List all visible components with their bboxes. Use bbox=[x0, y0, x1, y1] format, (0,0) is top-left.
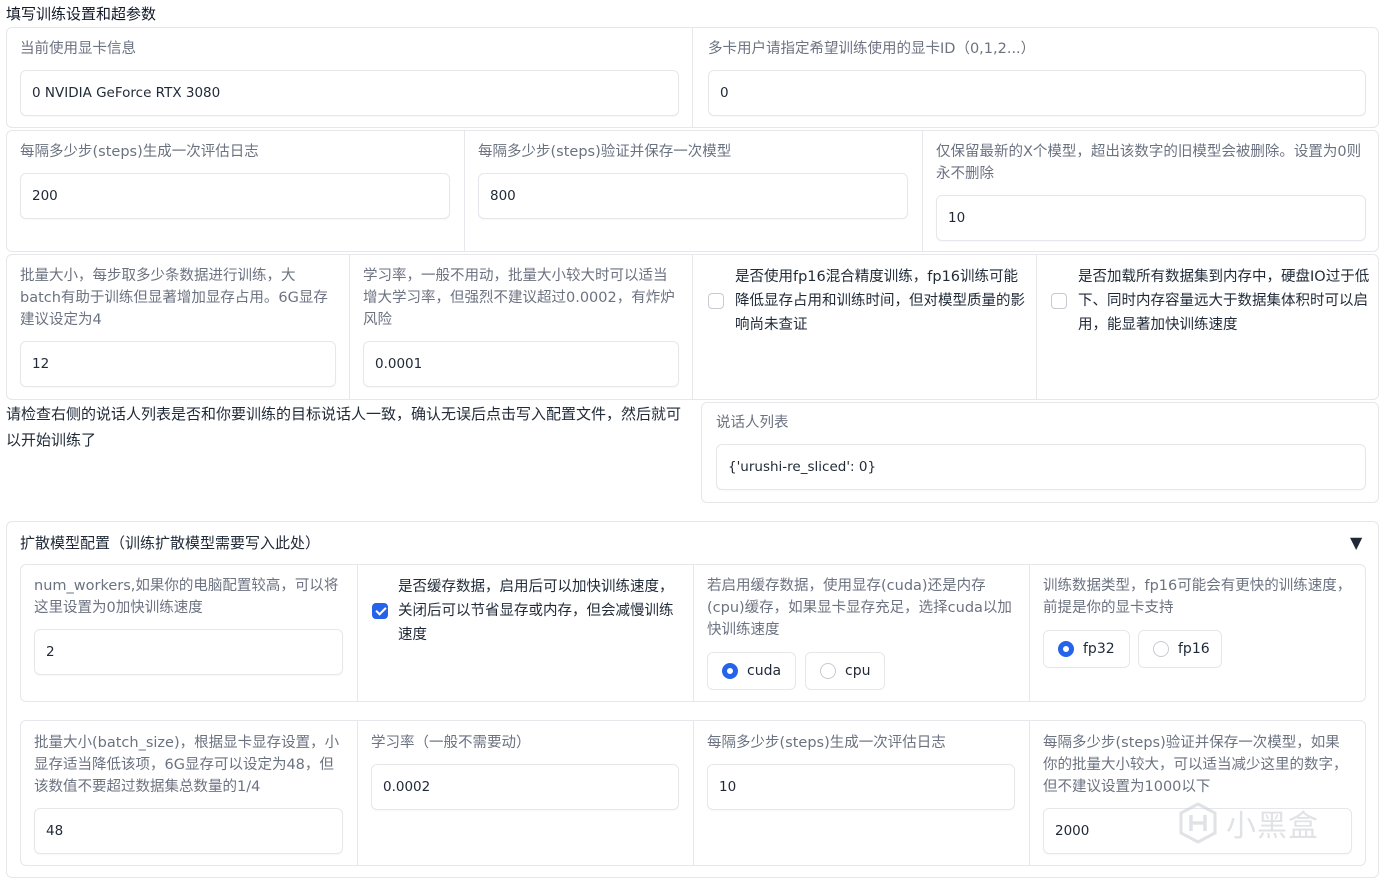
learning-rate-label: 学习率，一般不用动，批量大小较大时可以适当增大学习率，但强烈不建议超过0.000… bbox=[363, 268, 675, 328]
diff-eval-interval-label: 每隔多少步(steps)生成一次评估日志 bbox=[707, 735, 946, 751]
save-interval-input[interactable]: 800 bbox=[478, 173, 908, 219]
diff-batch-size-label: 批量大小(batch_size)，根据显卡显存设置，小显存适当降低该项，6G显存… bbox=[34, 735, 340, 795]
gpu-ids-label: 多卡用户请指定希望训练使用的显卡ID（0,1,2...） bbox=[708, 41, 1036, 57]
num-workers-input[interactable]: 2 bbox=[34, 629, 343, 675]
load-memory-checkbox[interactable] bbox=[1051, 293, 1067, 309]
fp16-checkbox[interactable] bbox=[708, 293, 724, 309]
section-title: 填写训练设置和超参数 bbox=[6, 5, 157, 23]
option-label: cpu bbox=[845, 663, 871, 679]
save-interval-label: 每隔多少步(steps)验证并保存一次模型 bbox=[478, 144, 732, 160]
radio-unselected-icon bbox=[820, 663, 836, 679]
divider bbox=[693, 721, 694, 865]
speaker-instruction: 请检查右侧的说话人列表是否和你要训练的目标说话人一致，确认无误后点击写入配置文件… bbox=[6, 405, 682, 449]
divider bbox=[693, 565, 694, 701]
diff-save-interval-label: 每隔多少步(steps)验证并保存一次模型，如果你的批量大小较大，可以适当减少这… bbox=[1043, 735, 1348, 795]
collapse-icon[interactable]: ▼ bbox=[1350, 533, 1362, 553]
gpu-info-field[interactable]: 0 NVIDIA GeForce RTX 3080 bbox=[20, 70, 679, 116]
data-type-option-fp32[interactable]: fp32 bbox=[1043, 630, 1130, 668]
load-memory-label: 是否加载所有数据集到内存中，硬盘IO过于低下、同时内存容量远大于数据集体积时可以… bbox=[1078, 269, 1370, 333]
diff-learning-rate-label: 学习率（一般不需要动） bbox=[371, 735, 531, 751]
fp16-label: 是否使用fp16混合精度训练，fp16训练可能降低显存占用和训练时间，但对模型质… bbox=[735, 269, 1025, 333]
option-label: fp32 bbox=[1083, 641, 1115, 657]
cache-data-label: 是否缓存数据，启用后可以加快训练速度，关闭后可以节省显存或内存，但会减慢训练速度 bbox=[398, 579, 674, 643]
speaker-list-field[interactable]: {'urushi-re_sliced': 0} bbox=[716, 444, 1366, 490]
divider bbox=[1029, 565, 1030, 701]
watermark: 小黑盒 bbox=[1176, 798, 1346, 848]
divider bbox=[922, 131, 923, 251]
divider bbox=[692, 28, 693, 127]
eval-interval-input[interactable]: 200 bbox=[20, 173, 450, 219]
divider bbox=[692, 255, 693, 399]
radio-selected-icon bbox=[722, 663, 738, 679]
divider bbox=[464, 131, 465, 251]
cache-device-label: 若启用缓存数据，使用显存(cuda)还是内存(cpu)缓存，如果显卡显存充足，选… bbox=[707, 578, 1012, 638]
radio-unselected-icon bbox=[1153, 641, 1169, 657]
data-type-option-fp16[interactable]: fp16 bbox=[1138, 630, 1222, 668]
keep-models-label: 仅保留最新的X个模型，超出该数字的旧模型会被删除。设置为0则永不删除 bbox=[936, 144, 1362, 182]
diff-eval-interval-input[interactable]: 10 bbox=[707, 764, 1015, 810]
watermark-logo-icon bbox=[1179, 802, 1217, 844]
cache-device-option-cpu[interactable]: cpu bbox=[805, 652, 885, 690]
keep-models-input[interactable]: 10 bbox=[936, 195, 1366, 241]
diffusion-title[interactable]: 扩散模型配置（训练扩散模型需要写入此处） bbox=[20, 532, 920, 554]
speaker-list-label: 说话人列表 bbox=[716, 415, 789, 431]
option-label: fp16 bbox=[1178, 641, 1210, 657]
diff-learning-rate-input[interactable]: 0.0002 bbox=[371, 764, 679, 810]
radio-selected-icon bbox=[1058, 641, 1074, 657]
gpu-info-label: 当前使用显卡信息 bbox=[20, 41, 136, 57]
option-label: cuda bbox=[747, 663, 782, 679]
batch-size-input[interactable]: 12 bbox=[20, 341, 336, 387]
diff-batch-size-input[interactable]: 48 bbox=[34, 808, 343, 854]
divider bbox=[357, 565, 358, 701]
divider bbox=[357, 721, 358, 865]
divider bbox=[1036, 255, 1037, 399]
batch-size-label: 批量大小，每步取多少条数据进行训练，大batch有助于训练但显著增加显存占用。6… bbox=[20, 268, 328, 328]
cache-device-option-cuda[interactable]: cuda bbox=[707, 652, 796, 690]
divider bbox=[1029, 721, 1030, 865]
cache-data-checkbox[interactable] bbox=[372, 603, 388, 619]
divider bbox=[349, 255, 350, 399]
data-type-label: 训练数据类型，fp16可能会有更快的训练速度，前提是你的显卡支持 bbox=[1043, 578, 1352, 616]
gpu-ids-input[interactable]: 0 bbox=[708, 70, 1366, 116]
watermark-text: 小黑盒 bbox=[1226, 809, 1319, 844]
eval-interval-label: 每隔多少步(steps)生成一次评估日志 bbox=[20, 144, 259, 160]
learning-rate-input[interactable]: 0.0001 bbox=[363, 341, 679, 387]
num-workers-label: num_workers,如果你的电脑配置较高，可以将这里设置为0加快训练速度 bbox=[34, 578, 339, 616]
